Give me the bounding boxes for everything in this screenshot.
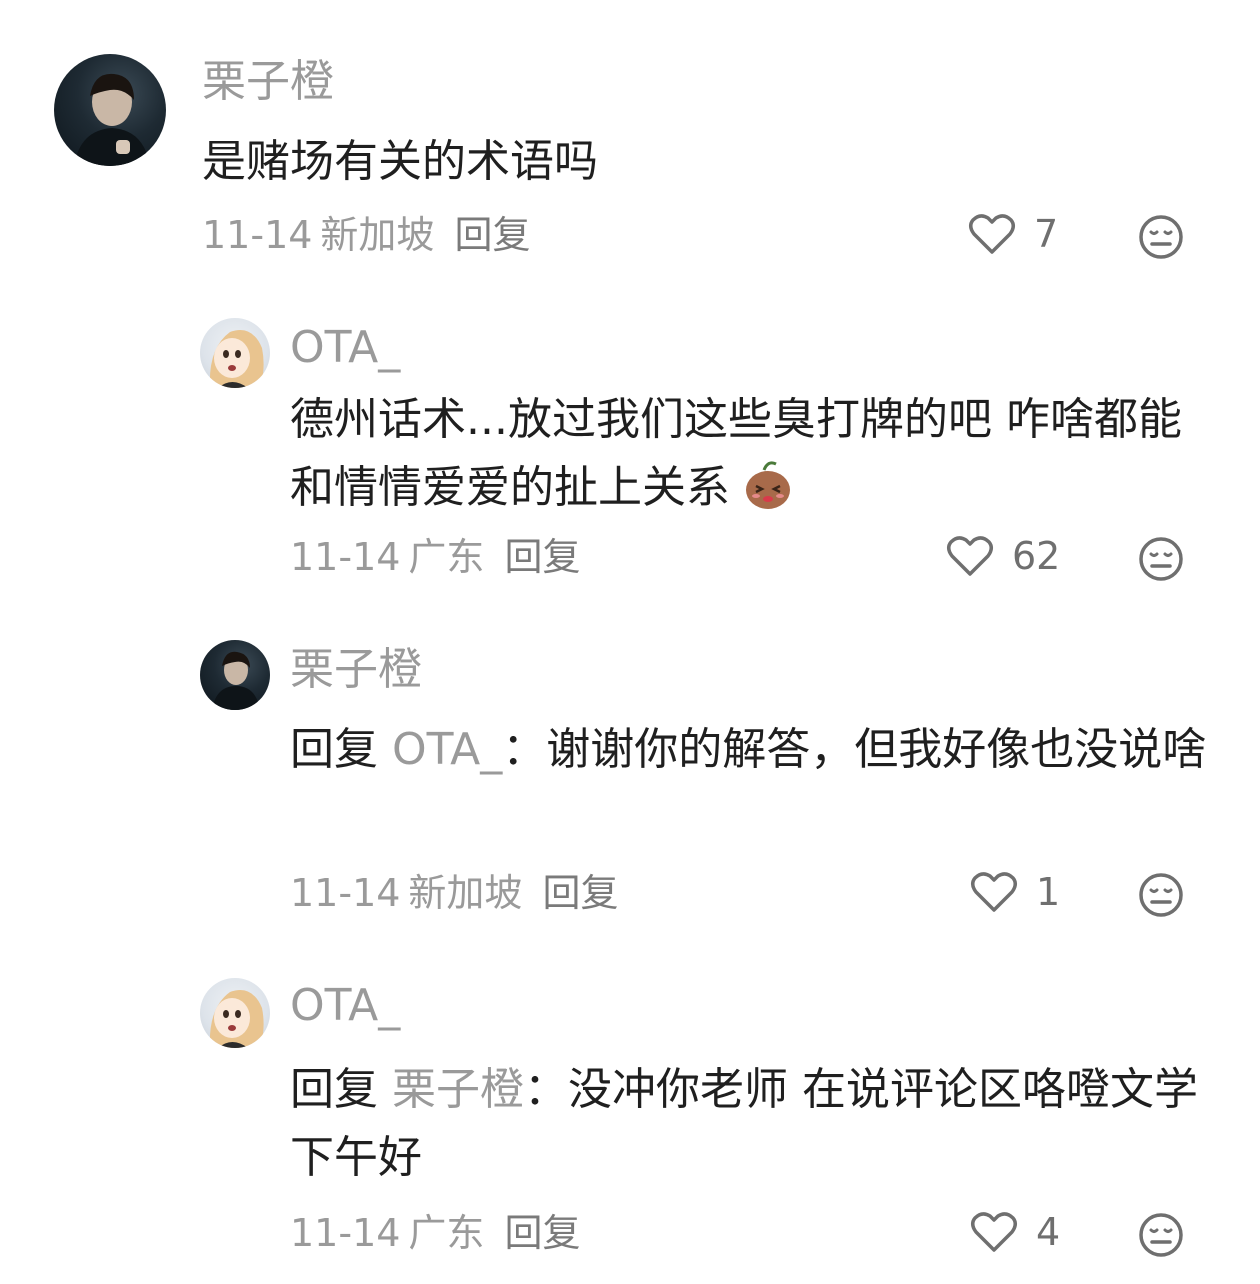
dislike-button[interactable]	[1138, 1212, 1184, 1258]
like-count: 7	[1034, 212, 1059, 256]
dislike-button[interactable]	[1138, 214, 1184, 260]
anime-avatar-image	[209, 330, 264, 388]
like-button[interactable]: 1	[970, 870, 1060, 914]
reply-to-username[interactable]: 栗子橙	[392, 1064, 524, 1115]
heart-outline-icon	[969, 214, 1015, 254]
reply-prefix: 回复	[290, 1064, 378, 1115]
comment-body: 德州话术...放过我们这些臭打牌的吧 咋啥都能和情情爱爱的扯上关系	[290, 394, 1182, 513]
embarrassed-potato-emoji	[746, 461, 790, 509]
comment-text: 回复 OTA_：谢谢你的解答，但我好像也没说啥	[290, 716, 1210, 784]
comment-region: 新加坡	[320, 213, 435, 257]
comment-date: 11-14	[202, 213, 313, 257]
person-avatar-image	[74, 73, 150, 166]
comment-body: ：谢谢你的解答，但我好像也没说啥	[502, 724, 1207, 775]
anime-avatar-image	[209, 990, 264, 1048]
comment-region: 广东	[408, 1211, 485, 1255]
meh-face-icon	[1139, 1213, 1183, 1257]
reply-button[interactable]: 回复	[454, 213, 530, 257]
comment-meta: 11-14 新加坡 回复	[202, 212, 530, 258]
reply-button[interactable]: 回复	[504, 1211, 580, 1255]
comment-text: 是赌场有关的术语吗	[202, 136, 598, 187]
comment-username[interactable]: 栗子橙	[202, 56, 334, 108]
meh-face-icon	[1139, 537, 1183, 581]
avatar[interactable]	[200, 640, 270, 710]
meh-face-icon	[1139, 873, 1183, 917]
comment-meta: 11-14 新加坡 回复	[290, 870, 618, 916]
avatar[interactable]	[200, 318, 270, 388]
heart-outline-icon	[971, 872, 1017, 912]
meh-face-icon	[1139, 215, 1183, 259]
dislike-button[interactable]	[1138, 536, 1184, 582]
comment-item: 栗子橙 是赌场有关的术语吗 11-14 新加坡 回复 7	[0, 0, 1260, 280]
comment-meta: 11-14 广东 回复	[290, 1210, 580, 1256]
reply-to-username[interactable]: OTA_	[392, 724, 502, 775]
comment-item: OTA_ 回复 栗子橙：没冲你老师 在说评论区咯噔文学 下午好 11-14 广东回…	[0, 960, 1260, 1284]
like-count: 62	[1012, 534, 1061, 578]
like-button[interactable]: 4	[970, 1210, 1060, 1254]
person-avatar-image	[212, 651, 260, 710]
dislike-button[interactable]	[1138, 872, 1184, 918]
comment-username[interactable]: 栗子橙	[290, 644, 422, 696]
reply-button[interactable]: 回复	[504, 535, 580, 579]
comment-text: 德州话术...放过我们这些臭打牌的吧 咋啥都能和情情爱爱的扯上关系	[290, 386, 1190, 522]
like-count: 4	[1036, 1210, 1061, 1254]
comment-region: 新加坡	[408, 871, 523, 915]
heart-outline-icon	[971, 1212, 1017, 1252]
reply-prefix: 回复	[290, 724, 378, 775]
like-count: 1	[1036, 870, 1061, 914]
comment-date: 11-14	[290, 1211, 401, 1255]
comment-date: 11-14	[290, 871, 401, 915]
comment-item: 栗子橙 回复 OTA_：谢谢你的解答，但我好像也没说啥 11-14 新加坡 回复 1	[0, 620, 1260, 940]
like-button[interactable]: 7	[968, 212, 1058, 256]
comment-username[interactable]: OTA_	[290, 322, 400, 374]
reply-button[interactable]: 回复	[542, 871, 618, 915]
comment-item: OTA_ 德州话术...放过我们这些臭打牌的吧 咋啥都能和情情爱爱的扯上关系 1…	[0, 300, 1260, 600]
comment-text: 回复 栗子橙：没冲你老师 在说评论区咯噔文学 下午好	[290, 1056, 1210, 1192]
avatar[interactable]	[200, 978, 270, 1048]
comment-username[interactable]: OTA_	[290, 980, 400, 1032]
comment-region: 广东	[408, 535, 485, 579]
avatar[interactable]	[54, 54, 166, 166]
comment-meta: 11-14 广东 回复	[290, 534, 580, 580]
heart-outline-icon	[947, 536, 993, 576]
like-button[interactable]: 62	[946, 534, 1060, 578]
comment-date: 11-14	[290, 535, 401, 579]
